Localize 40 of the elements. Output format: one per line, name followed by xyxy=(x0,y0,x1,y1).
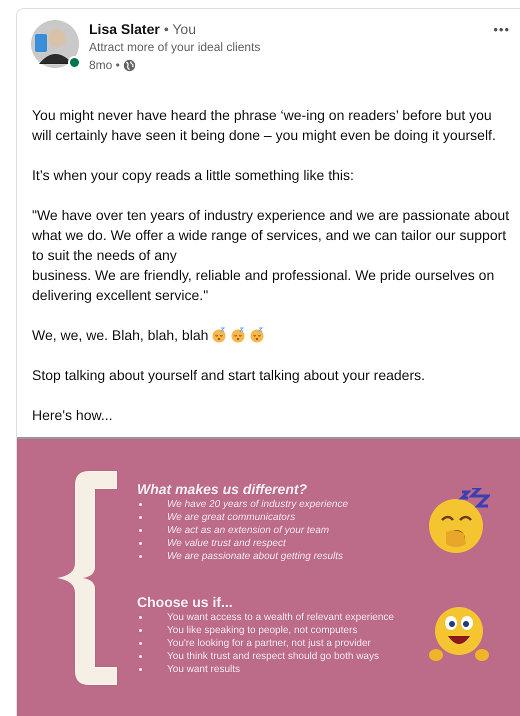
bullet-icon xyxy=(139,528,142,532)
yawning-face-icon xyxy=(428,488,490,554)
avatar[interactable] xyxy=(31,20,79,68)
slide-list-item: You like speaking to people, not computers xyxy=(167,624,358,636)
sleeping-face-icon xyxy=(230,327,246,343)
slide-heading: Choose us if... xyxy=(137,592,234,610)
post-text: Here's how... xyxy=(32,406,114,425)
bullet-icon xyxy=(139,616,142,618)
author-name[interactable]: Lisa Slater xyxy=(89,20,160,38)
bullet-icon xyxy=(139,516,142,518)
slide-list-item: You want access to a wealth of relevant experience xyxy=(167,610,394,624)
slide-list-item: You want results xyxy=(167,662,240,676)
post-text: We, we, we. Blah, blah, blah xyxy=(32,325,510,345)
bullet-icon xyxy=(139,542,142,544)
slide-list-item: You think trust and respect should go both ways xyxy=(167,650,379,662)
more-options-button[interactable]: ••• xyxy=(493,22,510,38)
slide-list-item: We are passionate about getting results xyxy=(167,550,344,562)
post-text: Stop talking about yourself and start talking about your readers. xyxy=(32,366,426,385)
post-text: "We have over ten years of industry experience and we are passionate about what we do. We offer a wide range of services, and we can tailor our support to suit the needs of any business. We are friendly, reliable and professional. We pride ourselves on delivering excellent service." xyxy=(32,206,510,305)
bullet-icon xyxy=(139,628,142,632)
post-text: You might never have heard the phrase ‘we-ing on readers’ before but you will certainly have seen it being done – you might even be doing it yourself. xyxy=(32,106,497,145)
slide-list-item: We are great communicators xyxy=(167,510,296,524)
slide-image[interactable] xyxy=(17,437,520,716)
bullet-icon xyxy=(139,554,142,558)
bullet-icon xyxy=(139,502,142,506)
slide-heading: What makes us different? xyxy=(137,480,308,498)
bullet-icon xyxy=(139,642,142,644)
globe-icon xyxy=(122,58,136,72)
bullet-icon xyxy=(139,654,142,658)
post-time: 8mo • xyxy=(89,57,120,74)
slide-list-item: We value trust and respect xyxy=(167,536,286,550)
connection-label: • You xyxy=(164,20,196,38)
sleeping-face-icon xyxy=(249,327,266,343)
slide-list-item: We act as an extension of your team xyxy=(167,524,330,536)
sleeping-face-icon xyxy=(211,327,228,343)
bullet-icon xyxy=(139,668,142,670)
slide-list-item: You're looking for a partner, not just a provider xyxy=(167,636,371,650)
slide-list-item: We have 20 years of industry experience xyxy=(167,498,348,510)
author-headline: Attract more of your ideal clients xyxy=(89,39,260,56)
post-text: It’s when your copy reads a little something like this: xyxy=(32,166,355,185)
